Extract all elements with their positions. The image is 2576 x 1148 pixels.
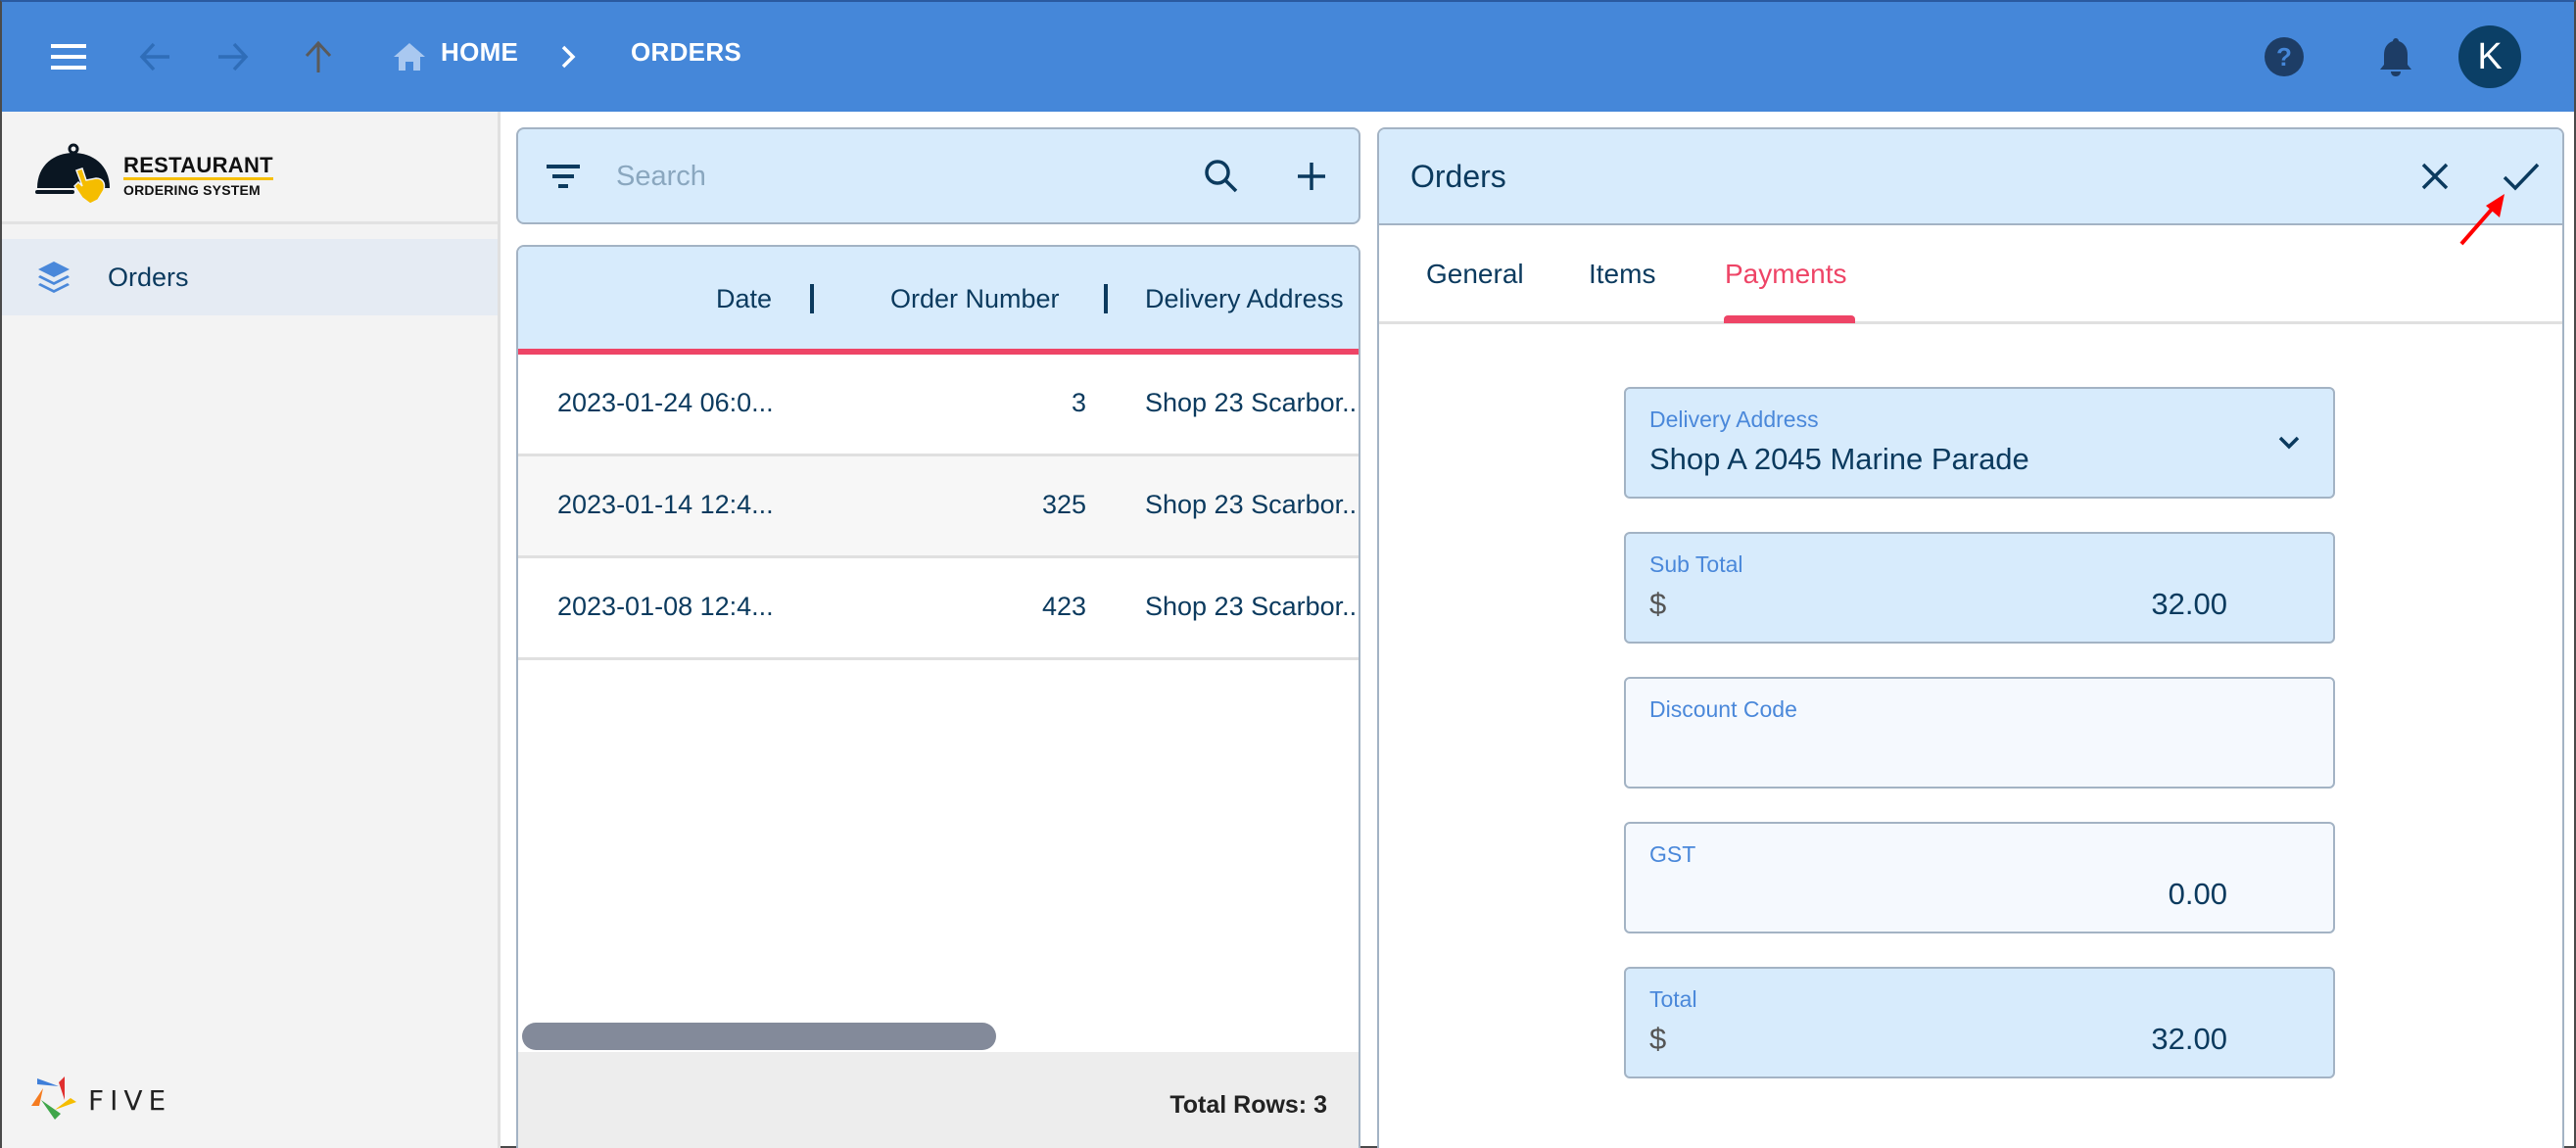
five-logo-blue xyxy=(37,1078,59,1086)
svg-text:?: ? xyxy=(2276,42,2292,72)
order-form: Orders General Items Payments Delivery A… xyxy=(1377,127,2564,1148)
total-rows: Total Rows: 3 xyxy=(1169,1091,1327,1119)
cloche-icon xyxy=(35,143,110,205)
table-header: Date Order Number Delivery Address xyxy=(518,247,1359,355)
column-resize-handle[interactable] xyxy=(810,284,814,313)
close-icon[interactable] xyxy=(2409,151,2460,202)
five-logo-green xyxy=(41,1100,61,1120)
five-logo: FIVE xyxy=(29,1076,206,1125)
form-tabs: General Items Payments xyxy=(1379,225,2562,324)
tab-items[interactable]: Items xyxy=(1589,259,1655,290)
discount-code-field[interactable]: Discount Code xyxy=(1624,677,2335,789)
five-logo-yellow xyxy=(55,1098,76,1110)
cell-order-number: 3 xyxy=(1071,388,1086,417)
home-icon[interactable] xyxy=(386,31,433,82)
field-label: Total xyxy=(1649,986,1697,1012)
check-icon xyxy=(2503,163,2540,191)
cell-order-number: 423 xyxy=(1041,592,1086,621)
orders-table: Date Order Number Delivery Address 2023-… xyxy=(516,245,1360,1148)
menu-icon[interactable] xyxy=(43,31,94,82)
add-icon[interactable] xyxy=(1286,151,1337,202)
cell-date: 2023-01-14 12:4... xyxy=(557,490,774,519)
cell-delivery-address: Shop 23 Scarbor... xyxy=(1145,388,1360,417)
tab-payments[interactable]: Payments xyxy=(1725,259,1847,290)
horizontal-scrollbar[interactable] xyxy=(522,1023,996,1050)
app-window: HOME ORDERS ? K RESTAURANT ORDERING SYST… xyxy=(0,0,2576,1148)
form-header: Orders xyxy=(1379,129,2562,225)
field-value: Shop A 2045 Marine Parade xyxy=(1649,442,2029,476)
field-label: Delivery Address xyxy=(1649,407,1819,432)
sub-total-field[interactable]: Sub Total $ 32.00 xyxy=(1624,532,2335,644)
field-value: 0.00 xyxy=(2168,877,2227,911)
logo-subtitle: ORDERING SYSTEM xyxy=(123,182,261,198)
arrow-forward-icon[interactable] xyxy=(208,31,259,82)
field-label: Discount Code xyxy=(1649,696,1797,722)
user-avatar[interactable]: K xyxy=(2458,25,2521,88)
table-row[interactable]: 2023-01-14 12:4... 325 Shop 23 Scarbor..… xyxy=(518,456,1359,558)
chevron-down-icon[interactable] xyxy=(2274,428,2304,457)
arrow-up-icon[interactable] xyxy=(293,31,344,82)
layers-icon xyxy=(37,261,71,299)
tab-general[interactable]: General xyxy=(1426,259,1524,290)
logo-title: RESTAURANT xyxy=(123,155,273,180)
column-header-delivery-address[interactable]: Delivery Address xyxy=(1145,284,1344,314)
search-bar xyxy=(516,127,1360,224)
sidebar-divider xyxy=(2,221,498,224)
five-logo-orange xyxy=(31,1088,43,1106)
five-logo-text: FIVE xyxy=(88,1084,171,1117)
cell-order-number: 325 xyxy=(1041,490,1086,519)
sidebar-item-label: Orders xyxy=(108,262,189,292)
total-field[interactable]: Total $ 32.00 xyxy=(1624,967,2335,1078)
five-logo-red xyxy=(59,1076,65,1100)
breadcrumb-current: ORDERS xyxy=(631,37,742,67)
cell-delivery-address: Shop 23 Scarbor... xyxy=(1145,592,1360,621)
currency-prefix: $ xyxy=(1649,1022,1667,1056)
table-footer: Total Rows: 3 xyxy=(518,1052,1359,1148)
help-icon[interactable]: ? xyxy=(2259,31,2310,82)
form-title: Orders xyxy=(1410,159,1506,194)
chevron-right-icon xyxy=(549,31,588,82)
field-label: GST xyxy=(1649,841,1696,867)
sidebar-item-orders[interactable]: Orders xyxy=(2,239,498,315)
currency-prefix: $ xyxy=(1649,587,1667,621)
table-row[interactable]: 2023-01-08 12:4... 423 Shop 23 Scarbor..… xyxy=(518,558,1359,660)
cell-date: 2023-01-08 12:4... xyxy=(557,592,774,621)
cell-delivery-address: Shop 23 Scarbor... xyxy=(1145,490,1360,519)
search-input[interactable] xyxy=(616,151,1165,202)
field-value: 32.00 xyxy=(2151,587,2227,621)
field-value: 32.00 xyxy=(2151,1022,2227,1056)
breadcrumb-home[interactable]: HOME xyxy=(441,37,518,68)
search-icon[interactable] xyxy=(1196,151,1247,202)
sidebar: RESTAURANT ORDERING SYSTEM Orders FIVE xyxy=(2,112,501,1148)
top-bar: HOME ORDERS ? K xyxy=(2,2,2574,112)
table-row[interactable]: 2023-01-24 06:0... 3 Shop 23 Scarbor... xyxy=(518,355,1359,456)
column-header-order-number[interactable]: Order Number xyxy=(890,284,1060,314)
column-resize-handle[interactable] xyxy=(1104,284,1108,313)
field-label: Sub Total xyxy=(1649,551,1743,577)
arrow-back-icon[interactable] xyxy=(129,31,180,82)
filter-icon[interactable] xyxy=(538,151,589,202)
column-header-date[interactable]: Date xyxy=(716,284,772,314)
delivery-address-select[interactable]: Delivery Address Shop A 2045 Marine Para… xyxy=(1624,387,2335,499)
save-check-button[interactable] xyxy=(2496,151,2547,202)
active-tab-indicator xyxy=(1724,315,1855,323)
bell-icon[interactable] xyxy=(2370,31,2421,82)
gst-field[interactable]: GST 0.00 xyxy=(1624,822,2335,933)
app-logo: RESTAURANT ORDERING SYSTEM xyxy=(35,135,290,205)
cell-date: 2023-01-24 06:0... xyxy=(557,388,774,417)
